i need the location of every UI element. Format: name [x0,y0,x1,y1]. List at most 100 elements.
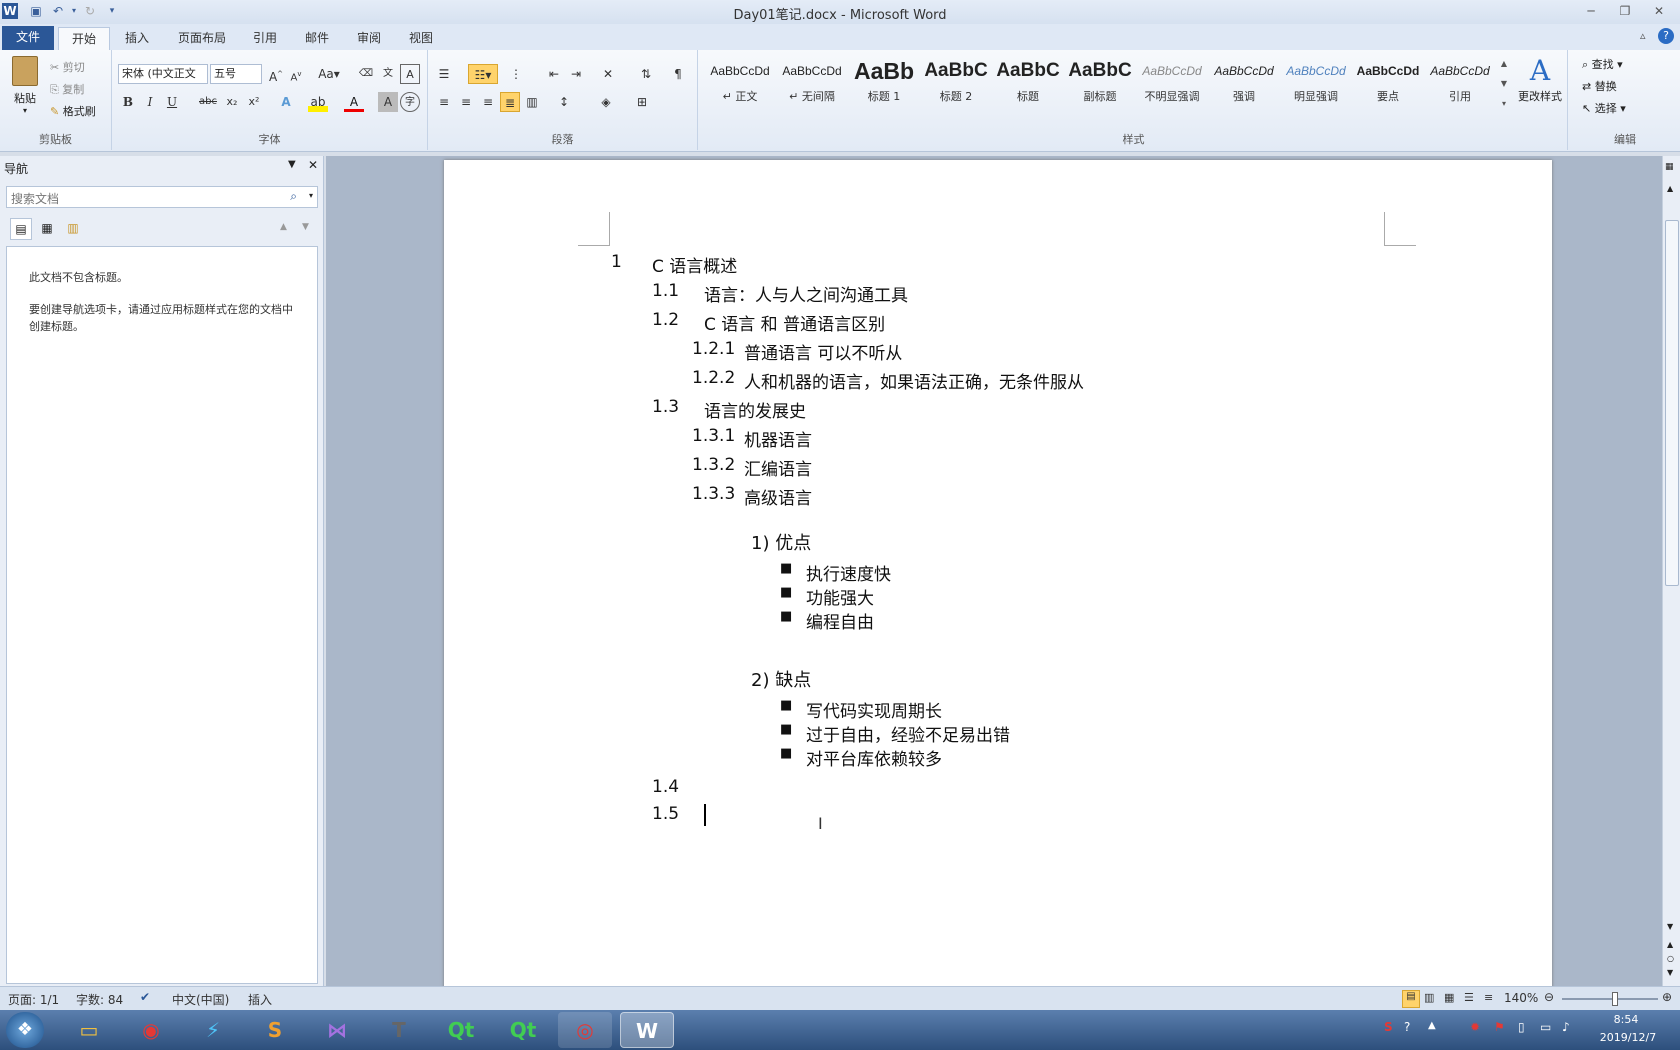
select-button[interactable]: ↖ 选择 ▾ [1582,100,1626,116]
find-button[interactable]: ⌕ 查找 ▾ [1582,56,1623,72]
search-icon[interactable]: ⌕ [290,189,297,204]
word-count[interactable]: 字数: 84 [76,991,123,1008]
sublime-taskbar-icon[interactable]: S [248,1012,302,1048]
align-center-icon[interactable]: ≡ [456,92,476,112]
vertical-scrollbar[interactable]: ▦ ▲ ▼ ▲ ○ ▼ [1662,156,1680,986]
previous-heading-icon[interactable]: ▲ [280,222,287,232]
results-view-tab[interactable]: ▥ [62,218,84,240]
sogou-ime-icon[interactable]: S [1384,1020,1393,1034]
collapse-ribbon-icon[interactable]: ▵ [1640,29,1646,42]
align-right-icon[interactable]: ≡ [478,92,498,112]
cut-button[interactable]: ✂ 剪切 [50,59,85,75]
recorder-taskbar-icon[interactable]: ◎ [558,1012,612,1048]
copy-button[interactable]: ⎘ 复制 [50,81,84,97]
zoom-in-icon[interactable]: ⊕ [1662,990,1672,1004]
search-dropdown-icon[interactable]: ▾ [309,191,313,200]
style-intense-emphasis[interactable]: AaBbCcDd 明显强调 [1280,54,1352,114]
minimize-button[interactable]: ─ [1578,2,1604,20]
proofing-icon[interactable]: ✔ [140,990,150,1004]
style-quote[interactable]: AaBbCcDd 引用 [1424,54,1496,114]
tray-app-icon[interactable]: ▯ [1518,1020,1525,1034]
help-icon[interactable]: ? [1658,28,1674,44]
tab-page-layout[interactable]: 页面布局 [170,27,234,50]
change-case-icon[interactable]: Aa▾ [316,64,342,84]
character-border-icon[interactable]: A [400,64,420,84]
antivirus-icon[interactable]: ✹ [1470,1020,1480,1034]
styles-scroll[interactable]: ▲ ▼ ▾ [1498,54,1510,114]
shading-icon[interactable]: ◈ [596,92,616,112]
typora-taskbar-icon[interactable]: T [372,1012,426,1048]
print-layout-icon[interactable]: ▤ [1402,990,1420,1008]
numbering-icon[interactable]: ☷▾ [468,64,498,84]
page-count[interactable]: 页面: 1/1 [8,991,59,1008]
zoom-level[interactable]: 140% [1504,991,1538,1005]
network-icon[interactable]: ▭ [1540,1020,1551,1034]
justify-icon[interactable]: ≣ [500,92,520,112]
insert-mode[interactable]: 插入 [248,991,272,1008]
change-styles-button[interactable]: A 更改样式 [1514,54,1566,104]
restore-button[interactable]: ❐ [1612,2,1638,20]
grow-font-icon[interactable]: A^ [266,64,286,84]
clear-formatting-icon[interactable]: ⌫ [356,64,376,84]
bold-icon[interactable]: B [118,92,138,112]
full-screen-reading-icon[interactable]: ▥ [1424,991,1434,1004]
pages-view-tab[interactable]: ▦ [36,218,58,240]
style-heading-1[interactable]: AaBb 标题 1 [848,54,920,114]
increase-indent-icon[interactable]: ⇥ [566,64,586,84]
zoom-slider-thumb[interactable] [1612,992,1618,1006]
language[interactable]: 中文(中国) [172,991,229,1008]
web-layout-icon[interactable]: ▦ [1444,991,1454,1004]
subscript-icon[interactable]: x₂ [222,92,242,112]
nav-close-icon[interactable]: ✕ [308,158,318,172]
start-button[interactable]: ❖ [6,1012,44,1048]
superscript-icon[interactable]: x² [244,92,264,112]
tab-references[interactable]: 引用 [242,27,288,50]
text-effects-icon[interactable]: A [276,92,296,112]
tab-home[interactable]: 开始 [58,27,110,50]
character-shading-icon[interactable]: A [378,92,398,112]
underline-icon[interactable]: U [162,92,182,112]
paste-button[interactable]: 粘贴 ▾ [8,56,42,115]
next-heading-icon[interactable]: ▼ [302,222,309,232]
word-taskbar-icon[interactable]: W [620,1012,674,1048]
nav-search-input[interactable]: 搜索文档 ⌕ ▾ [6,186,318,208]
style-no-spacing[interactable]: AaBbCcDd ↵ 无间隔 [776,54,848,114]
borders-icon[interactable]: ⊞ [632,92,652,112]
zoom-out-icon[interactable]: ⊖ [1544,990,1554,1004]
ruler-toggle-icon[interactable]: ▦ [1665,162,1674,172]
scroll-up-icon[interactable]: ▲ [1667,184,1673,193]
align-left-icon[interactable]: ≡ [434,92,454,112]
font-color-icon[interactable]: A [344,92,364,112]
bullets-icon[interactable]: ☰ [434,64,454,84]
zoom-slider[interactable] [1562,998,1658,1000]
tab-file[interactable]: 文件 [2,26,54,50]
font-size-combo[interactable]: 五号 [210,64,262,84]
font-name-combo[interactable]: 宋体 (中文正文 [118,64,208,84]
show-hidden-icons[interactable]: ▲ [1428,1020,1436,1031]
scroll-down-icon[interactable]: ▼ [1667,922,1673,931]
sort-icon[interactable]: ⇅ [636,64,656,84]
italic-icon[interactable]: I [140,92,160,112]
chinese-layout-icon[interactable]: ✕ [598,64,618,84]
style-title[interactable]: AaBbC 标题 [992,54,1064,114]
visual-studio-taskbar-icon[interactable]: ⋈ [310,1012,364,1048]
replace-button[interactable]: ⇄ 替换 [1582,78,1617,94]
style-heading-2[interactable]: AaBbC 标题 2 [920,54,992,114]
outline-icon[interactable]: ☰ [1464,991,1474,1004]
close-button[interactable]: ✕ [1646,2,1672,20]
style-emphasis[interactable]: AaBbCcDd 强调 [1208,54,1280,114]
decrease-indent-icon[interactable]: ⇤ [544,64,564,84]
tab-insert[interactable]: 插入 [114,27,160,50]
qt-creator-taskbar-icon[interactable]: Qt [434,1012,488,1048]
clock-date[interactable]: 2019/12/7 [1592,1031,1664,1044]
thunder-taskbar-icon[interactable]: ⚡ [186,1012,240,1048]
multilevel-list-icon[interactable]: ⋮ [506,64,526,84]
clock-time[interactable]: 8:54 [1598,1013,1654,1026]
tab-view[interactable]: 视图 [398,27,444,50]
strikethrough-icon[interactable]: abc [198,92,218,112]
nav-options-icon[interactable]: ▼ [288,159,296,170]
line-spacing-icon[interactable]: ↕ [554,92,574,112]
style-subtle-emphasis[interactable]: AaBbCcDd 不明显强调 [1136,54,1208,114]
document-page[interactable]: 1 C 语言概述 1.1 语言：人与人之间沟通工具 1.2 C 语言 和 普通语… [444,160,1552,986]
style-strong[interactable]: AaBbCcDd 要点 [1352,54,1424,114]
